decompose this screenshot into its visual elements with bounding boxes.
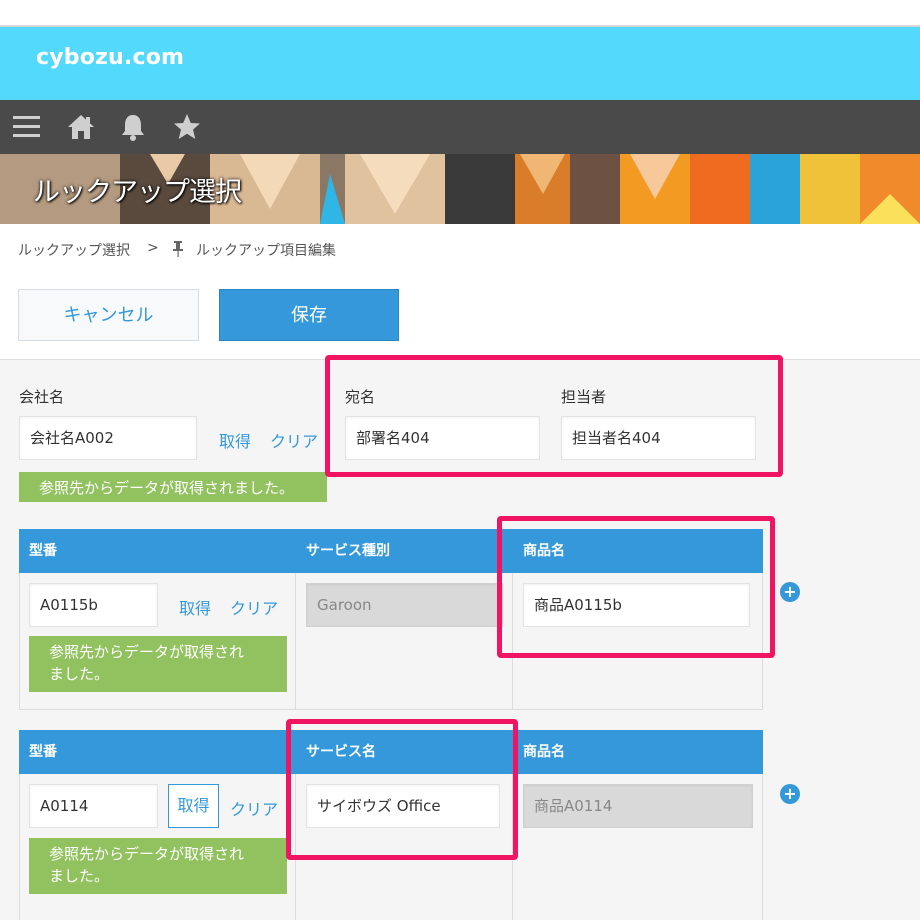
table1-service-input: Garoon (306, 583, 503, 627)
cancel-button[interactable]: キャンセル (18, 289, 199, 341)
bell-icon[interactable] (118, 112, 148, 142)
table1-notice-line1: 参照先からデータが取得され (49, 643, 245, 661)
table1-model-input[interactable]: A0115b (29, 583, 158, 627)
table2-fetch-button[interactable]: 取得 (168, 784, 219, 828)
banner-title: ルックアップ選択 (33, 177, 242, 208)
company-lookup-notice: 参照先からデータが取得されました。 (19, 472, 327, 502)
highlight-table1-product (497, 516, 775, 658)
table2-header-model: 型番 (19, 730, 296, 774)
table2-add-row-button[interactable]: + (780, 784, 800, 804)
breadcrumb-current-page: ルックアップ項目編集 (196, 243, 336, 259)
table1-notice-line2: ました。 (49, 665, 110, 683)
company-clear-button[interactable]: クリア (270, 428, 318, 452)
table2-notice-line2: ました。 (49, 867, 110, 885)
table1-fetch-button[interactable]: 取得 (179, 595, 211, 619)
highlight-addressee-person (325, 355, 783, 477)
table2-clear-button[interactable]: クリア (230, 796, 278, 820)
company-fetch-button[interactable]: 取得 (219, 428, 251, 452)
table1-header-service-type: サービス種別 (296, 529, 513, 573)
table2-notice-line1: 参照先からデータが取得され (49, 845, 245, 863)
table2-lookup-notice: 参照先からデータが取得され ました。 (29, 838, 287, 894)
highlight-table2-service (286, 719, 518, 860)
table2-header-product: 商品名 (513, 730, 763, 774)
star-icon[interactable] (172, 112, 202, 142)
table1-header-model: 型番 (19, 529, 296, 573)
table2-product-input: 商品A0114 (523, 784, 753, 828)
table1-add-row-button[interactable]: + (780, 582, 800, 602)
breadcrumb-app-link[interactable]: ルックアップ選択 (18, 240, 130, 260)
save-button[interactable]: 保存 (219, 289, 399, 341)
breadcrumb-separator: > (147, 240, 159, 256)
brand-logo: cybozu.com (36, 45, 185, 70)
home-icon[interactable] (66, 112, 96, 142)
table2-model-input[interactable]: A0114 (29, 784, 158, 828)
menu-icon[interactable] (12, 112, 42, 142)
pin-icon (172, 240, 184, 258)
table1-lookup-notice: 参照先からデータが取得され ました。 (29, 636, 287, 692)
company-input[interactable]: 会社名A002 (19, 416, 197, 460)
table1-clear-button[interactable]: クリア (230, 595, 278, 619)
company-label: 会社名 (19, 388, 65, 406)
